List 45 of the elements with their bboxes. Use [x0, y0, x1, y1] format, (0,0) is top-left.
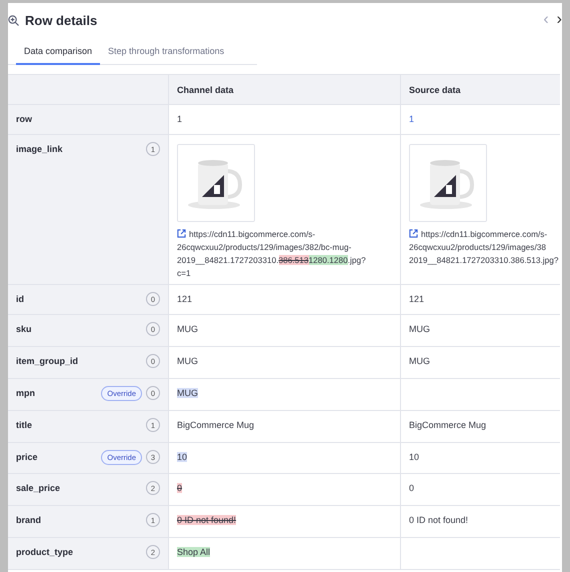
table-cell: 1 — [168, 105, 400, 135]
image-url[interactable]: 26cqwcxuu2/products/129/images/38 — [409, 242, 546, 252]
field-name: title — [16, 420, 34, 431]
tab[interactable]: Step through transformations — [100, 41, 232, 65]
field-name: image_link — [16, 144, 64, 155]
image-url[interactable]: https://cdn11.bigcommerce.com/s- — [421, 229, 548, 239]
external-link-icon[interactable] — [409, 229, 418, 238]
table-cell: Shop All — [168, 538, 400, 570]
table-cell: MUG — [168, 347, 400, 379]
table-cell: 121 — [168, 285, 400, 315]
table-cell: 0 ID not found! — [168, 506, 400, 538]
field-name: price — [16, 452, 39, 463]
table-cell: 121 — [400, 285, 560, 315]
table-cell: MUG — [168, 315, 400, 347]
next-button[interactable]: › — [552, 12, 562, 28]
table-cell: BigCommerce Mug — [168, 411, 400, 443]
table-cell: 0 — [168, 474, 400, 506]
table-cell: MUG — [168, 379, 400, 411]
tab[interactable]: Data comparison — [16, 41, 100, 65]
field-name: product_type — [16, 547, 74, 558]
image-url[interactable]: 26cqwcxuu2/products/129/images/382/bc-mug- — [177, 242, 352, 252]
table-cell: 0 ID not found! — [400, 506, 560, 538]
table-cell: MUG — [400, 347, 560, 379]
panel-title: Row details — [25, 12, 98, 28]
field-name: row — [16, 114, 34, 125]
external-link-icon[interactable] — [177, 229, 186, 238]
field-name: id — [16, 294, 25, 305]
table-cell: MUG — [400, 315, 560, 347]
image-url[interactable]: https://cdn11.bigcommerce.com/s- — [189, 229, 316, 239]
image-url[interactable]: 2019__84821.1727203310.386.5131280.1280.jpg? — [177, 255, 366, 265]
column-header: Channel data — [168, 74, 400, 105]
table-cell: BigCommerce Mug — [400, 411, 560, 443]
field-name: sale_price — [16, 483, 62, 494]
table-cell: 10 — [168, 443, 400, 474]
field-name: item_group_id — [16, 356, 80, 367]
table-cell: 0 — [400, 474, 560, 506]
image-url[interactable]: 2019__84821.1727203310.386.513.jpg? — [409, 255, 558, 265]
field-name: mpn — [16, 388, 36, 399]
field-name: sku — [16, 324, 33, 335]
image-url[interactable]: c=1 — [177, 268, 191, 278]
table-cell: 10 — [400, 443, 560, 474]
field-name: brand — [16, 515, 42, 526]
table-cell: 1 — [400, 105, 560, 135]
zoom-in-icon — [8, 14, 19, 26]
column-header: Source data — [400, 74, 560, 105]
